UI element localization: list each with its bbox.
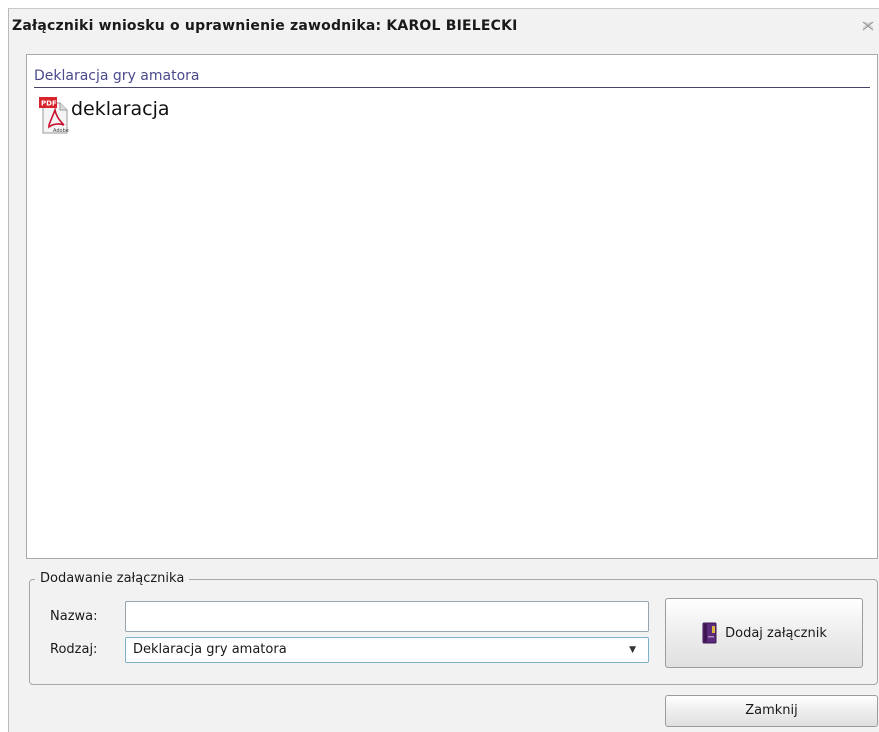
attachments-list: Deklaracja gry amatora PDF Adobe deklara… bbox=[26, 54, 878, 559]
file-name: deklaracja bbox=[71, 98, 170, 120]
dropdown-arrow-icon: ▼ bbox=[629, 645, 636, 655]
svg-text:Adobe: Adobe bbox=[53, 128, 69, 134]
title-bar: Załączniki wniosku o uprawnienie zawodni… bbox=[9, 9, 879, 47]
type-selected-value: Deklaracja gry amatora bbox=[133, 642, 287, 657]
name-input[interactable] bbox=[125, 601, 649, 632]
type-label: Rodzaj: bbox=[50, 642, 98, 657]
add-attachment-button[interactable]: Dodaj załącznik bbox=[665, 598, 863, 668]
group-legend: Dodawanie załącznika bbox=[35, 571, 190, 586]
close-icon[interactable] bbox=[861, 21, 875, 33]
close-button[interactable]: Zamknij bbox=[665, 695, 878, 727]
svg-text:PDF: PDF bbox=[41, 100, 57, 108]
book-icon bbox=[702, 622, 717, 644]
close-button-label: Zamknij bbox=[745, 703, 798, 718]
add-button-label: Dodaj załącznik bbox=[725, 625, 827, 641]
list-item[interactable]: PDF Adobe deklaracja bbox=[39, 97, 170, 137]
add-attachment-group: Dodawanie załącznika Nazwa: Rodzaj: Dekl… bbox=[29, 571, 878, 685]
type-select[interactable]: Deklaracja gry amatora ▼ bbox=[125, 637, 649, 663]
dialog-title: Załączniki wniosku o uprawnienie zawodni… bbox=[12, 18, 518, 34]
group-header: Deklaracja gry amatora bbox=[34, 65, 870, 88]
attachments-dialog: Załączniki wniosku o uprawnienie zawodni… bbox=[8, 8, 879, 732]
name-label: Nazwa: bbox=[50, 609, 98, 624]
pdf-icon: PDF Adobe bbox=[39, 97, 69, 134]
